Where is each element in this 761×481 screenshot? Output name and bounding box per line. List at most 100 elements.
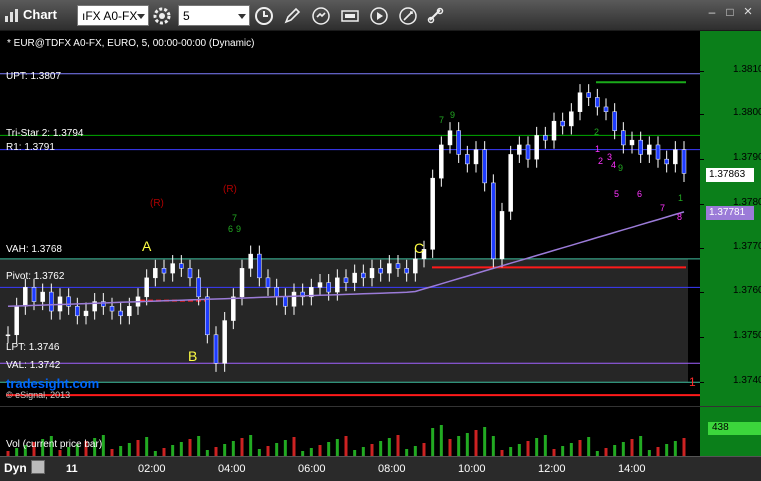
- link-button[interactable]: [425, 5, 447, 27]
- draw-button[interactable]: [281, 5, 303, 27]
- candle-body: [127, 306, 132, 317]
- candle-body: [629, 139, 635, 146]
- candle-body: [404, 268, 409, 274]
- gear-button[interactable]: [151, 5, 173, 27]
- level-label-pivot: Pivot: 1.3762: [6, 271, 65, 282]
- candle-body: [343, 277, 349, 283]
- window-titlebar: Chart ıFX A0-FX 5 ‒ □ ×: [0, 0, 761, 31]
- refresh-icon: [312, 7, 330, 25]
- restore-button[interactable]: □: [722, 4, 738, 20]
- volume-bar: [543, 435, 547, 456]
- window-title: Chart: [23, 7, 57, 22]
- symbol-combo[interactable]: ıFX A0-FX: [77, 5, 149, 26]
- candle-body: [569, 111, 574, 127]
- volume-bar: [552, 449, 556, 456]
- candle-body: [153, 268, 158, 279]
- candle-body: [239, 268, 245, 298]
- refresh-button[interactable]: [310, 5, 332, 27]
- tick-mark: [700, 204, 704, 205]
- volume-bar: [578, 440, 582, 456]
- candle-body: [638, 139, 643, 155]
- candle-body: [23, 287, 28, 307]
- candle-body: [439, 144, 444, 179]
- time-label: 14:00: [618, 463, 646, 475]
- volume-bar: [249, 435, 253, 456]
- volume-bar: [240, 438, 244, 456]
- chevron-down-icon: [238, 14, 246, 19]
- candle-body: [161, 268, 167, 274]
- copyright: © eSignal, 2013: [6, 390, 71, 400]
- price-tick: 1.37900: [733, 152, 761, 163]
- candle-body: [5, 334, 11, 337]
- candle-body: [14, 306, 19, 336]
- candle-body: [378, 268, 383, 274]
- candle-body: [222, 320, 227, 364]
- volume-bar: [361, 447, 365, 456]
- dyn-button[interactable]: Dyn: [4, 461, 27, 475]
- volume-value-tag: 438: [708, 422, 761, 435]
- interval-combo[interactable]: 5: [178, 5, 250, 26]
- volume-pane[interactable]: Vol (current price bar): [0, 406, 700, 456]
- volume-bar: [309, 448, 313, 456]
- candle-body: [83, 310, 89, 317]
- price-axis[interactable]: 1.38100 1.38000 1.37900 1.37800 1.37700 …: [689, 31, 761, 406]
- level-label-upt: UPT: 1.3807: [6, 71, 62, 82]
- tick-mark: [700, 159, 704, 160]
- candle-body: [430, 177, 435, 250]
- candle-body: [681, 149, 687, 174]
- quote-icon: [341, 10, 359, 22]
- volume-bar: [396, 435, 400, 456]
- volume-bar: [119, 446, 123, 456]
- time-label: 02:00: [138, 463, 166, 475]
- volume-bar: [344, 436, 348, 456]
- volume-bar: [431, 428, 435, 456]
- close-button[interactable]: ×: [740, 4, 756, 20]
- dyn-settings-icon[interactable]: [31, 460, 45, 474]
- settings-button[interactable]: [397, 5, 419, 27]
- volume-bar: [613, 445, 617, 456]
- tick-mark: [700, 292, 704, 293]
- volume-bar: [136, 440, 140, 456]
- volume-bar: [197, 436, 201, 456]
- candle-body: [187, 268, 193, 279]
- setup-count: 9: [618, 163, 624, 173]
- play-button[interactable]: [368, 5, 390, 27]
- time-label: 12:00: [538, 463, 566, 475]
- candle-body: [352, 272, 357, 283]
- candle-body: [31, 287, 37, 302]
- volume-bar: [621, 442, 625, 456]
- volume-bar: [145, 437, 149, 456]
- quote-button[interactable]: [339, 5, 361, 27]
- r-marker: (R): [150, 198, 164, 209]
- volume-bar: [110, 449, 114, 456]
- level-label-val: VAL: 1.3742: [6, 360, 61, 371]
- candle-body: [231, 296, 236, 321]
- candle-body: [543, 135, 548, 141]
- setup-count: 1: [595, 144, 601, 154]
- volume-axis: 438: [700, 406, 761, 456]
- candle-body: [595, 97, 600, 108]
- play-icon: [370, 7, 388, 25]
- candle-body: [447, 130, 453, 146]
- volume-bar: [231, 441, 235, 456]
- tick-mark: [700, 114, 704, 115]
- volume-bar: [630, 439, 634, 456]
- candle-body: [144, 277, 149, 298]
- volume-bar: [179, 442, 183, 456]
- time-axis[interactable]: Dyn 11 02:00 04:00 06:00 08:00 10:00 12:…: [0, 456, 761, 481]
- clock-button[interactable]: [253, 5, 275, 27]
- candle-body: [361, 272, 366, 279]
- price-chart[interactable]: * EUR@TDFX A0-FX, EURO, 5, 00:00-00:00 (…: [0, 31, 700, 406]
- volume-bar: [439, 425, 443, 456]
- volume-canvas: [6, 425, 686, 456]
- interval-combo-value: 5: [183, 9, 190, 23]
- setup-count: 9: [450, 110, 456, 120]
- minimize-button[interactable]: ‒: [704, 4, 720, 20]
- candle-body: [291, 291, 297, 307]
- candle-body: [508, 154, 513, 212]
- volume-bar: [639, 436, 643, 456]
- candle-body: [205, 296, 210, 336]
- chart-canvas[interactable]: [0, 31, 700, 406]
- candle-body: [118, 310, 123, 317]
- candle-body: [40, 291, 45, 302]
